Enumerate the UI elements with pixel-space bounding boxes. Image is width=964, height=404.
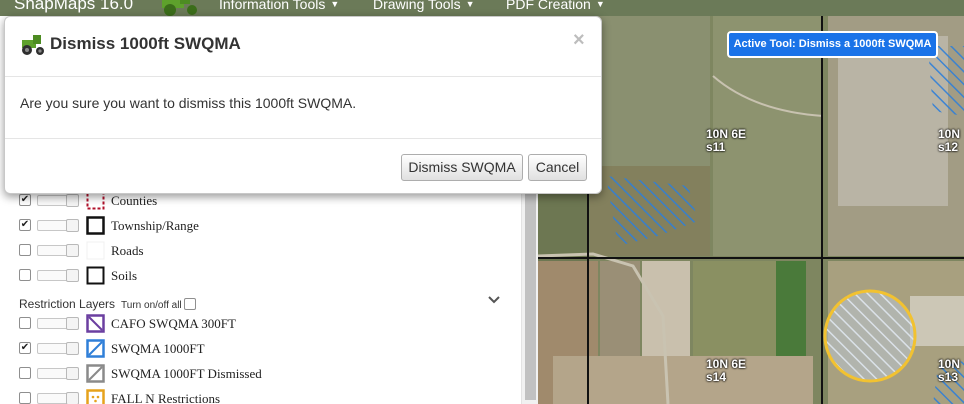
layer-label-swqma-1000ft: SWQMA 1000FT [111,341,205,356]
roads-swatch-icon [86,241,105,260]
restriction-layers-header: Restriction Layers Turn on/off all [19,297,196,311]
swqma-swatch-icon [86,339,105,358]
layer-row-swqma-dismissed: SWQMA 1000FT Dismissed [19,364,499,384]
opacity-slider-township-range[interactable] [37,219,79,232]
slider-handle[interactable] [66,342,79,355]
modal-footer: Dismiss SWQMA Cancel [5,138,601,195]
layer-label-township-range: Township/Range [111,218,199,233]
cancel-button[interactable]: Cancel [528,154,587,181]
layer-checkbox-cafo-swqma[interactable] [19,317,31,329]
section-label-s11: 10N 6E s11 [706,127,747,154]
layer-checkbox-swqma-dismissed[interactable] [19,367,31,379]
slider-handle[interactable] [66,317,79,330]
section-label-s12: 10N s12 [938,127,961,154]
slider-handle[interactable] [66,269,79,282]
layer-label-counties: Counties [111,193,158,208]
close-icon[interactable]: × [573,30,585,50]
nav-information-tools-label: Information Tools [219,0,326,12]
restriction-layers-title: Restriction Layers [19,297,116,311]
layer-row-cafo-swqma: CAFO SWQMA 300FT [19,314,499,334]
dismiss-swqma-modal: Dismiss 1000ft SWQMA × Are you sure you … [4,16,602,194]
active-tool-badge: Active Tool: Dismiss a 1000ft SWQMA [727,31,938,58]
nav-pdf-creation-label: PDF Creation [506,0,591,12]
layer-checkbox-swqma-1000ft[interactable]: ✔ [19,342,31,354]
layer-label-roads: Roads [111,243,144,258]
layer-label-swqma-dismissed: SWQMA 1000FT Dismissed [111,366,262,381]
top-navbar: SnapMaps 16.0 Information Tools ▼ Drawing… [0,0,964,16]
slider-handle[interactable] [66,219,79,232]
layer-row-swqma-1000ft: ✔ SWQMA 1000FT [19,339,499,359]
layer-checkbox-soils[interactable] [19,269,31,281]
layer-checkbox-roads[interactable] [19,244,31,256]
layer-checkbox-fall-n[interactable] [19,392,31,404]
soils-swatch-icon [86,266,105,285]
township-swatch-icon [86,216,105,235]
cafo-swatch-icon [86,314,105,333]
opacity-slider-swqma-1000ft[interactable] [37,342,79,355]
layer-row-soils: Soils [19,266,499,286]
layer-label-fall-n: FALL N Restrictions [111,391,221,404]
slider-handle[interactable] [66,194,79,207]
opacity-slider-roads[interactable] [37,244,79,257]
layer-label-soils: Soils [111,268,138,283]
chevron-down-icon[interactable] [486,292,502,308]
section-label-s14: 10N 6E s14 [706,357,747,384]
section-label-s13: 10N s13 [938,357,961,384]
slider-handle[interactable] [66,367,79,380]
caret-down-icon: ▼ [330,0,340,9]
dismissed-swatch-icon [86,364,105,383]
layer-row-township-range: ✔ Township/Range [19,216,499,236]
fall-n-swatch-icon [86,389,105,404]
caret-down-icon: ▼ [465,0,475,9]
tractor-icon [22,35,44,55]
toggle-all-label: Turn on/off all [121,300,182,311]
tractor-logo-icon [162,0,197,16]
modal-header: Dismiss 1000ft SWQMA × [5,17,601,77]
layer-row-roads: Roads [19,241,499,261]
layer-checkbox-counties[interactable]: ✔ [19,194,31,206]
nav-drawing-tools-label: Drawing Tools [373,0,461,12]
caret-down-icon: ▼ [595,0,605,9]
layer-row-fall-n: FALL N Restrictions [19,389,499,404]
opacity-slider-soils[interactable] [37,269,79,282]
slider-handle[interactable] [66,392,79,404]
modal-message: Are you sure you want to dismiss this 10… [20,95,357,111]
opacity-slider-counties[interactable] [37,194,79,207]
opacity-slider-cafo-swqma[interactable] [37,317,79,330]
toggle-all-checkbox[interactable] [183,298,196,310]
nav-pdf-creation[interactable]: PDF Creation ▼ [506,0,605,12]
dismiss-swqma-button[interactable]: Dismiss SWQMA [401,154,523,181]
app-brand[interactable]: SnapMaps 16.0 [14,0,133,14]
layer-label-cafo-swqma: CAFO SWQMA 300FT [111,316,236,331]
nav-information-tools[interactable]: Information Tools ▼ [219,0,339,12]
layer-checkbox-township-range[interactable]: ✔ [19,219,31,231]
opacity-slider-fall-n[interactable] [37,392,79,404]
slider-handle[interactable] [66,244,79,257]
modal-title: Dismiss 1000ft SWQMA [50,34,241,53]
opacity-slider-swqma-dismissed[interactable] [37,367,79,380]
nav-drawing-tools[interactable]: Drawing Tools ▼ [373,0,475,12]
